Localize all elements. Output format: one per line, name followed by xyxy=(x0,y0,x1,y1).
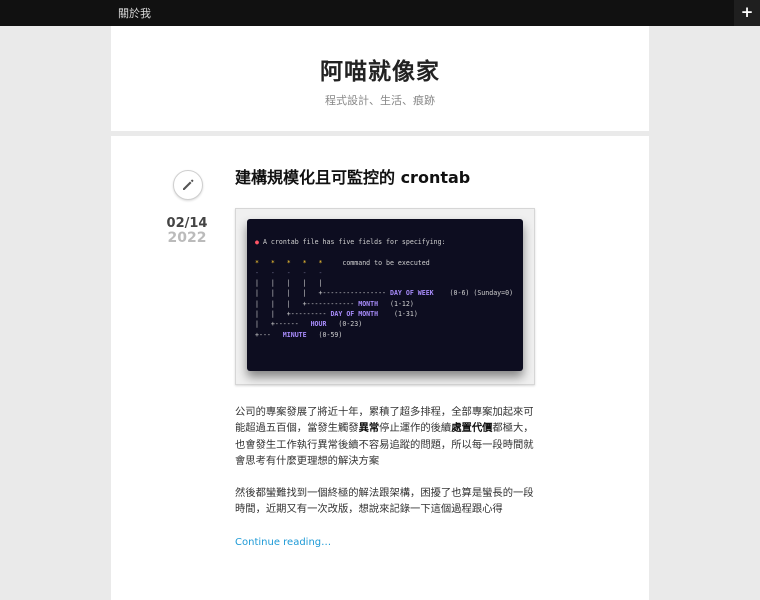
emphasis-text: 異常 xyxy=(358,422,380,435)
site-title[interactable]: 阿喵就像家 xyxy=(111,26,649,86)
terminal-line: | | +--------- DAY OF MONTH (1-31) xyxy=(255,310,418,318)
terminal-prompt-icon: ● xyxy=(255,238,259,246)
post-paragraph: 公司的專案發展了將近十年，累積了超多排程，全部專案加起來可能超過五百個，當發生觸… xyxy=(235,406,534,467)
site-description: 程式設計、生活、痕跡 xyxy=(325,94,435,107)
terminal-line: - - - - - xyxy=(255,269,323,277)
site-header: 阿喵就像家 程式設計、生活、痕跡 xyxy=(111,26,649,131)
top-bar: 關於我 + xyxy=(0,0,760,26)
terminal-line: | | | | +---------------- DAY OF WEEK (0… xyxy=(255,289,514,297)
post-excerpt: 公司的專案發展了將近十年，累積了超多排程，全部專案加起來可能超過五百個，當發生觸… xyxy=(235,404,535,534)
post-date[interactable]: 02/14 2022 xyxy=(155,216,219,246)
pencil-icon xyxy=(183,179,194,190)
terminal-line: * * * * * command to be executed xyxy=(255,259,430,267)
continue-reading-link[interactable]: Continue reading… xyxy=(235,537,331,548)
post-date-month-day: 02/14 xyxy=(166,216,208,231)
post-format-button[interactable] xyxy=(173,170,203,200)
post-title[interactable]: 建構規模化且可監控的 crontab xyxy=(235,166,535,190)
post-paragraph: 然後都蠻難找到一個終極的解法跟架構，困擾了也算是蠻長的一段時間，近期又有一次改版… xyxy=(235,487,534,516)
terminal-line: | | | | | xyxy=(255,279,323,287)
post-entry: 建構規模化且可監控的 crontab xyxy=(235,166,535,190)
plus-icon[interactable]: + xyxy=(734,0,760,26)
terminal-line: | | | +------------ MONTH (1-12) xyxy=(255,300,414,308)
post-date-year: 2022 xyxy=(167,230,207,246)
terminal-screenshot: ● A crontab file has five fields for spe… xyxy=(247,219,523,371)
terminal-line: | +------ HOUR (0-23) xyxy=(255,320,363,328)
featured-image[interactable]: ● A crontab file has five fields for spe… xyxy=(235,208,535,385)
terminal-line: ● A crontab file has five fields for spe… xyxy=(255,238,446,246)
emphasis-text: 處置代價 xyxy=(451,422,493,435)
terminal-line: +--- MINUTE (0-59) xyxy=(255,331,343,339)
main-content: 02/14 2022 建構規模化且可監控的 crontab ● A cronta… xyxy=(111,136,649,600)
nav-link-about[interactable]: 關於我 xyxy=(118,5,151,21)
